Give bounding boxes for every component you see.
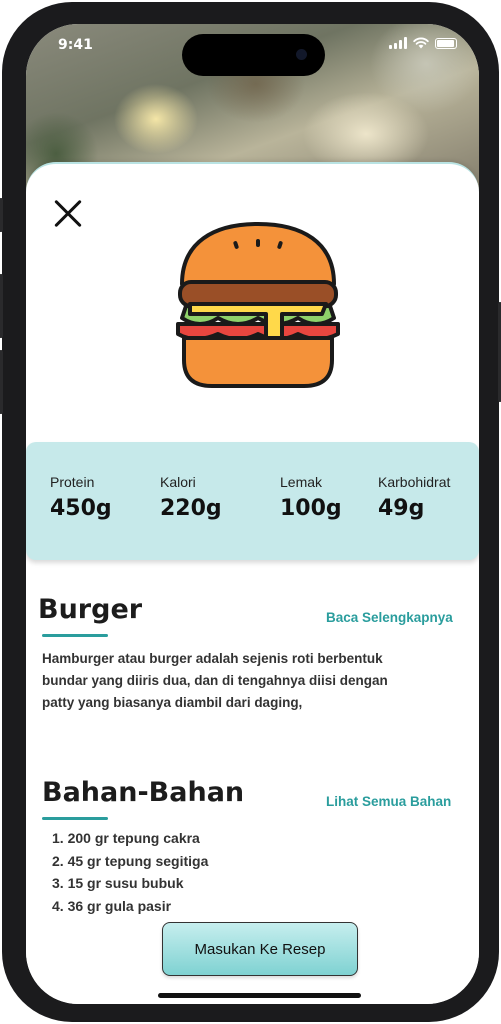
wifi-icon bbox=[413, 37, 429, 49]
status-bar: 9:41 bbox=[26, 24, 479, 76]
add-to-recipe-button[interactable]: Masukan Ke Resep bbox=[162, 922, 358, 976]
list-item: 1. 200 gr tepung cakra bbox=[52, 830, 200, 846]
close-icon[interactable] bbox=[52, 198, 84, 230]
volume-down-button bbox=[0, 350, 3, 414]
nutrition-protein: Protein 450g bbox=[50, 474, 112, 521]
mute-switch bbox=[0, 198, 3, 232]
status-icons bbox=[389, 37, 457, 49]
screen: 9:41 Protein 450g Kalori 220g Lemak 100g… bbox=[26, 24, 479, 1004]
read-more-link[interactable]: Baca Selengkapnya bbox=[326, 610, 453, 625]
list-item: 2. 45 gr tepung segitiga bbox=[52, 852, 209, 869]
nutrition-lemak: Lemak 100g bbox=[280, 474, 342, 521]
volume-up-button bbox=[0, 274, 3, 338]
nutrition-label: Karbohidrat bbox=[378, 474, 451, 490]
ingredients-title: Bahan-Bahan bbox=[42, 777, 245, 808]
ingredients-list: 1. 200 gr tepung cakra 2. 45 gr tepung s… bbox=[52, 827, 208, 917]
nutrition-label: Lemak bbox=[280, 474, 323, 490]
list-item: 3. 15 gr susu bubuk bbox=[52, 875, 184, 891]
recipe-title: Burger bbox=[38, 594, 143, 625]
recipe-card: Protein 450g Kalori 220g Lemak 100g Karb… bbox=[26, 162, 479, 1004]
burger-icon bbox=[176, 222, 340, 388]
nutrition-value: 450g bbox=[50, 496, 112, 521]
nutrition-value: 49g bbox=[378, 496, 425, 521]
list-item: 4. 36 gr gula pasir bbox=[52, 897, 172, 914]
nutrition-karbohidrat: Karbohidrat 49g bbox=[378, 474, 450, 521]
nutrition-label: Kalori bbox=[160, 474, 196, 490]
dynamic-island bbox=[182, 34, 325, 76]
recipe-description: Hamburger atau burger adalah sejenis rot… bbox=[42, 651, 388, 710]
phone-frame: 9:41 Protein 450g Kalori 220g Lemak 100g… bbox=[0, 2, 501, 1022]
nutrition-label: Protein bbox=[50, 474, 95, 490]
ingredients-underline bbox=[42, 817, 108, 820]
title-underline bbox=[42, 634, 108, 637]
battery-icon bbox=[435, 38, 457, 49]
nutrition-value: 220g bbox=[160, 496, 222, 521]
status-time: 9:41 bbox=[58, 37, 93, 53]
nutrition-kalori: Kalori 220g bbox=[160, 474, 222, 521]
home-indicator[interactable] bbox=[158, 993, 361, 998]
nutrition-panel: Protein 450g Kalori 220g Lemak 100g Karb… bbox=[26, 442, 479, 560]
camera-icon bbox=[296, 49, 307, 60]
see-all-ingredients-link[interactable]: Lihat Semua Bahan bbox=[326, 794, 451, 809]
nutrition-value: 100g bbox=[280, 496, 342, 521]
signal-icon bbox=[389, 37, 407, 49]
